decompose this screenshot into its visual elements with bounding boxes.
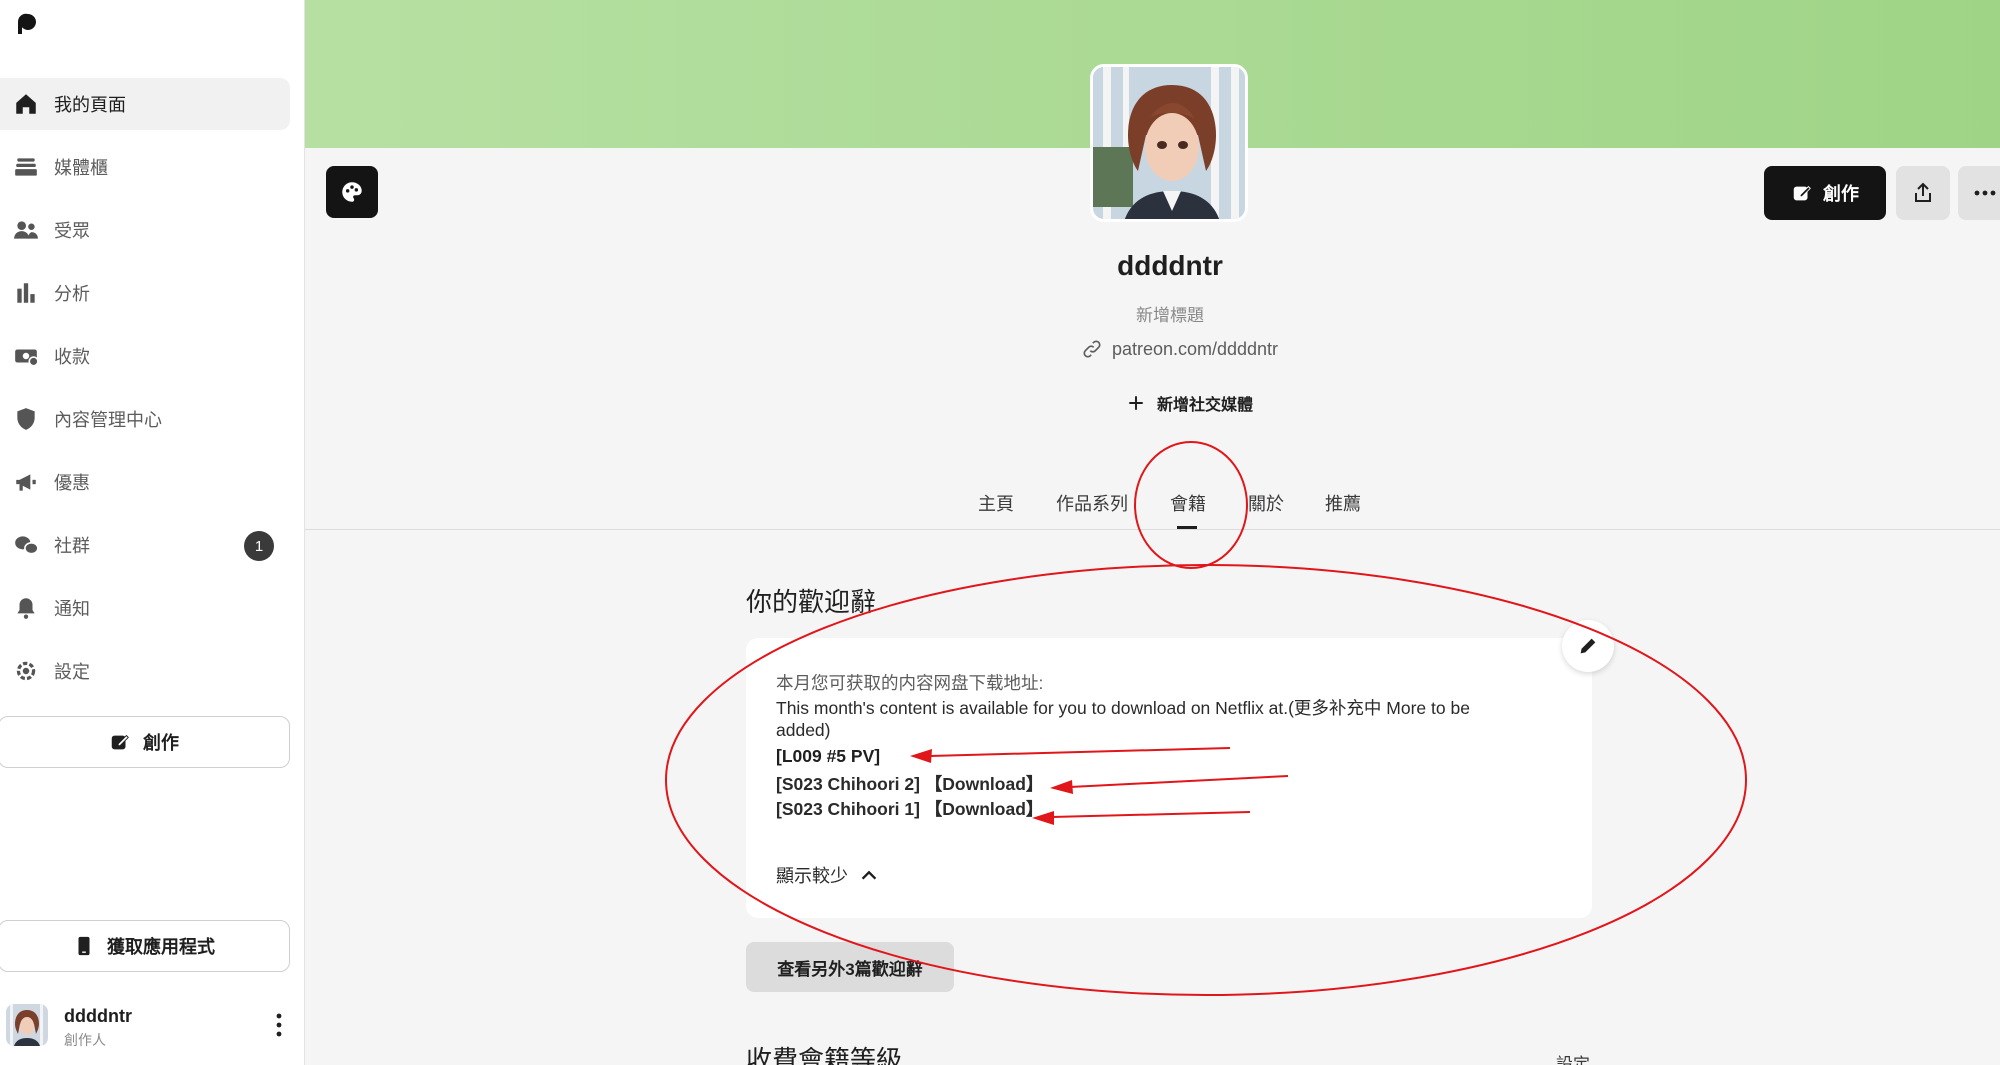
add-social-label: 新增社交媒體 [1156,397,1253,414]
payout-icon [12,342,40,370]
sidebar: 我的頁面 媒體櫃 受眾 分析 收款 內容管理中心 優惠 社群 1 通知 設定 創… [0,0,305,1065]
download-link-s023-1[interactable]: 【Download】 [925,799,1044,819]
megaphone-icon [12,468,40,496]
main-content [305,148,2000,1065]
sidebar-item-label: 我的頁面 [54,95,126,115]
tab-membership[interactable]: 會籍 [1170,490,1206,516]
edit-icon [111,734,129,750]
sidebar-item-audience[interactable]: 受眾 [0,204,290,256]
audience-icon [12,216,40,244]
welcome-line-2: This month's content is available for yo… [776,698,1470,718]
community-icon [12,531,40,559]
more-options-button[interactable] [1958,166,2000,220]
user-avatar[interactable] [6,1004,48,1046]
tiers-section-title: 收費會籍等級 [746,1045,903,1065]
sidebar-create-label: 創作 [143,733,179,753]
bell-icon [12,594,40,622]
palette-icon [342,182,362,202]
header-create-button[interactable]: 創作 [1764,166,1886,220]
shield-icon [12,405,40,433]
show-less-label: 顯示較少 [776,866,848,886]
link-icon [1083,340,1101,358]
welcome-item-s023-2: [S023 Chihoori 2] 【Download】 [776,771,1043,796]
tab-home[interactable]: 主頁 [978,490,1014,516]
profile-tabs: 主頁 作品系列 會籍 關於 推薦 [305,480,2000,530]
pencil-icon [1580,638,1596,654]
sidebar-item-label: 分析 [54,284,90,304]
sidebar-item-label: 優惠 [54,473,90,493]
edit-welcome-button[interactable] [1562,620,1614,672]
get-app-button[interactable]: 獲取應用程式 [0,920,290,972]
sidebar-item-my-page[interactable]: 我的頁面 [0,78,290,130]
sidebar-item-analytics[interactable]: 分析 [0,267,290,319]
add-headline-link[interactable]: 新增標題 [1020,301,1320,326]
share-icon [1915,182,1931,202]
profile-url-text: patreon.com/ddddntr [1111,338,1279,359]
bar-chart-icon [12,279,40,307]
sidebar-item-settings[interactable]: 設定 [0,645,290,697]
add-social-button[interactable]: 新增社交媒體 [1090,390,1290,416]
welcome-item-s023-2-title: [S023 Chihoori 2] [776,774,920,794]
welcome-item-l009[interactable]: [L009 #5 PV] [776,746,880,767]
creator-avatar[interactable] [1090,64,1248,222]
welcome-section-title: 你的歡迎辭 [746,587,877,617]
user-menu-icon[interactable] [272,1012,286,1038]
sidebar-item-label: 媒體櫃 [54,158,108,178]
sidebar-item-library[interactable]: 媒體櫃 [0,141,290,193]
sidebar-item-community[interactable]: 社群 1 [0,519,290,571]
more-horizontal-icon [1974,190,1996,196]
emoji-reaction-button[interactable] [326,166,378,218]
user-role: 創作人 [64,1032,106,1048]
chevron-up-icon [861,870,877,880]
creator-name: ddddntr [1117,250,1223,281]
welcome-item-s023-1-title: [S023 Chihoori 1] [776,799,920,819]
sidebar-item-label: 內容管理中心 [54,410,162,430]
active-tab-indicator [1177,526,1197,529]
plus-icon [1129,396,1143,410]
tab-about[interactable]: 關於 [1248,490,1284,516]
sidebar-item-content-management[interactable]: 內容管理中心 [0,393,290,445]
edit-icon [1793,185,1811,201]
sidebar-item-notifications[interactable]: 通知 [0,582,290,634]
phone-icon [78,936,90,956]
user-name: ddddntr [64,1006,132,1026]
library-icon [12,153,40,181]
patreon-logo-icon[interactable] [14,12,38,36]
view-more-welcome-button[interactable]: 查看另外3篇歡迎辭 [746,942,954,992]
download-link-s023-2[interactable]: 【Download】 [925,774,1044,794]
tiers-settings-link[interactable]: 設定 [1556,1050,1590,1065]
get-app-label: 獲取應用程式 [107,937,215,957]
share-button[interactable] [1896,166,1950,220]
header-create-label: 創作 [1823,184,1859,204]
home-icon [12,90,40,118]
sidebar-item-payouts[interactable]: 收款 [0,330,290,382]
welcome-card: 本月您可获取的内容网盘下载地址: This month's content is… [746,638,1592,918]
gear-icon [12,657,40,685]
welcome-line-1: 本月您可获取的内容网盘下载地址: [776,673,1044,693]
sidebar-item-promotions[interactable]: 優惠 [0,456,290,508]
sidebar-item-label: 通知 [54,599,90,619]
notification-badge: 1 [244,531,274,561]
welcome-line-3: added) [776,720,831,740]
welcome-item-s023-1: [S023 Chihoori 1] 【Download】 [776,796,1043,821]
sidebar-item-label: 受眾 [54,221,90,241]
profile-url[interactable]: patreon.com/ddddntr [1060,336,1300,362]
tab-recommendations[interactable]: 推薦 [1325,490,1361,516]
sidebar-item-label: 設定 [54,662,90,682]
sidebar-item-label: 收款 [54,347,90,367]
user-account-row[interactable]: ddddntr 創作人 [6,1000,296,1050]
tab-collections[interactable]: 作品系列 [1056,490,1128,516]
show-less-button[interactable]: 顯示較少 [776,862,880,888]
sidebar-create-button[interactable]: 創作 [0,716,290,768]
sidebar-item-label: 社群 [54,536,90,556]
